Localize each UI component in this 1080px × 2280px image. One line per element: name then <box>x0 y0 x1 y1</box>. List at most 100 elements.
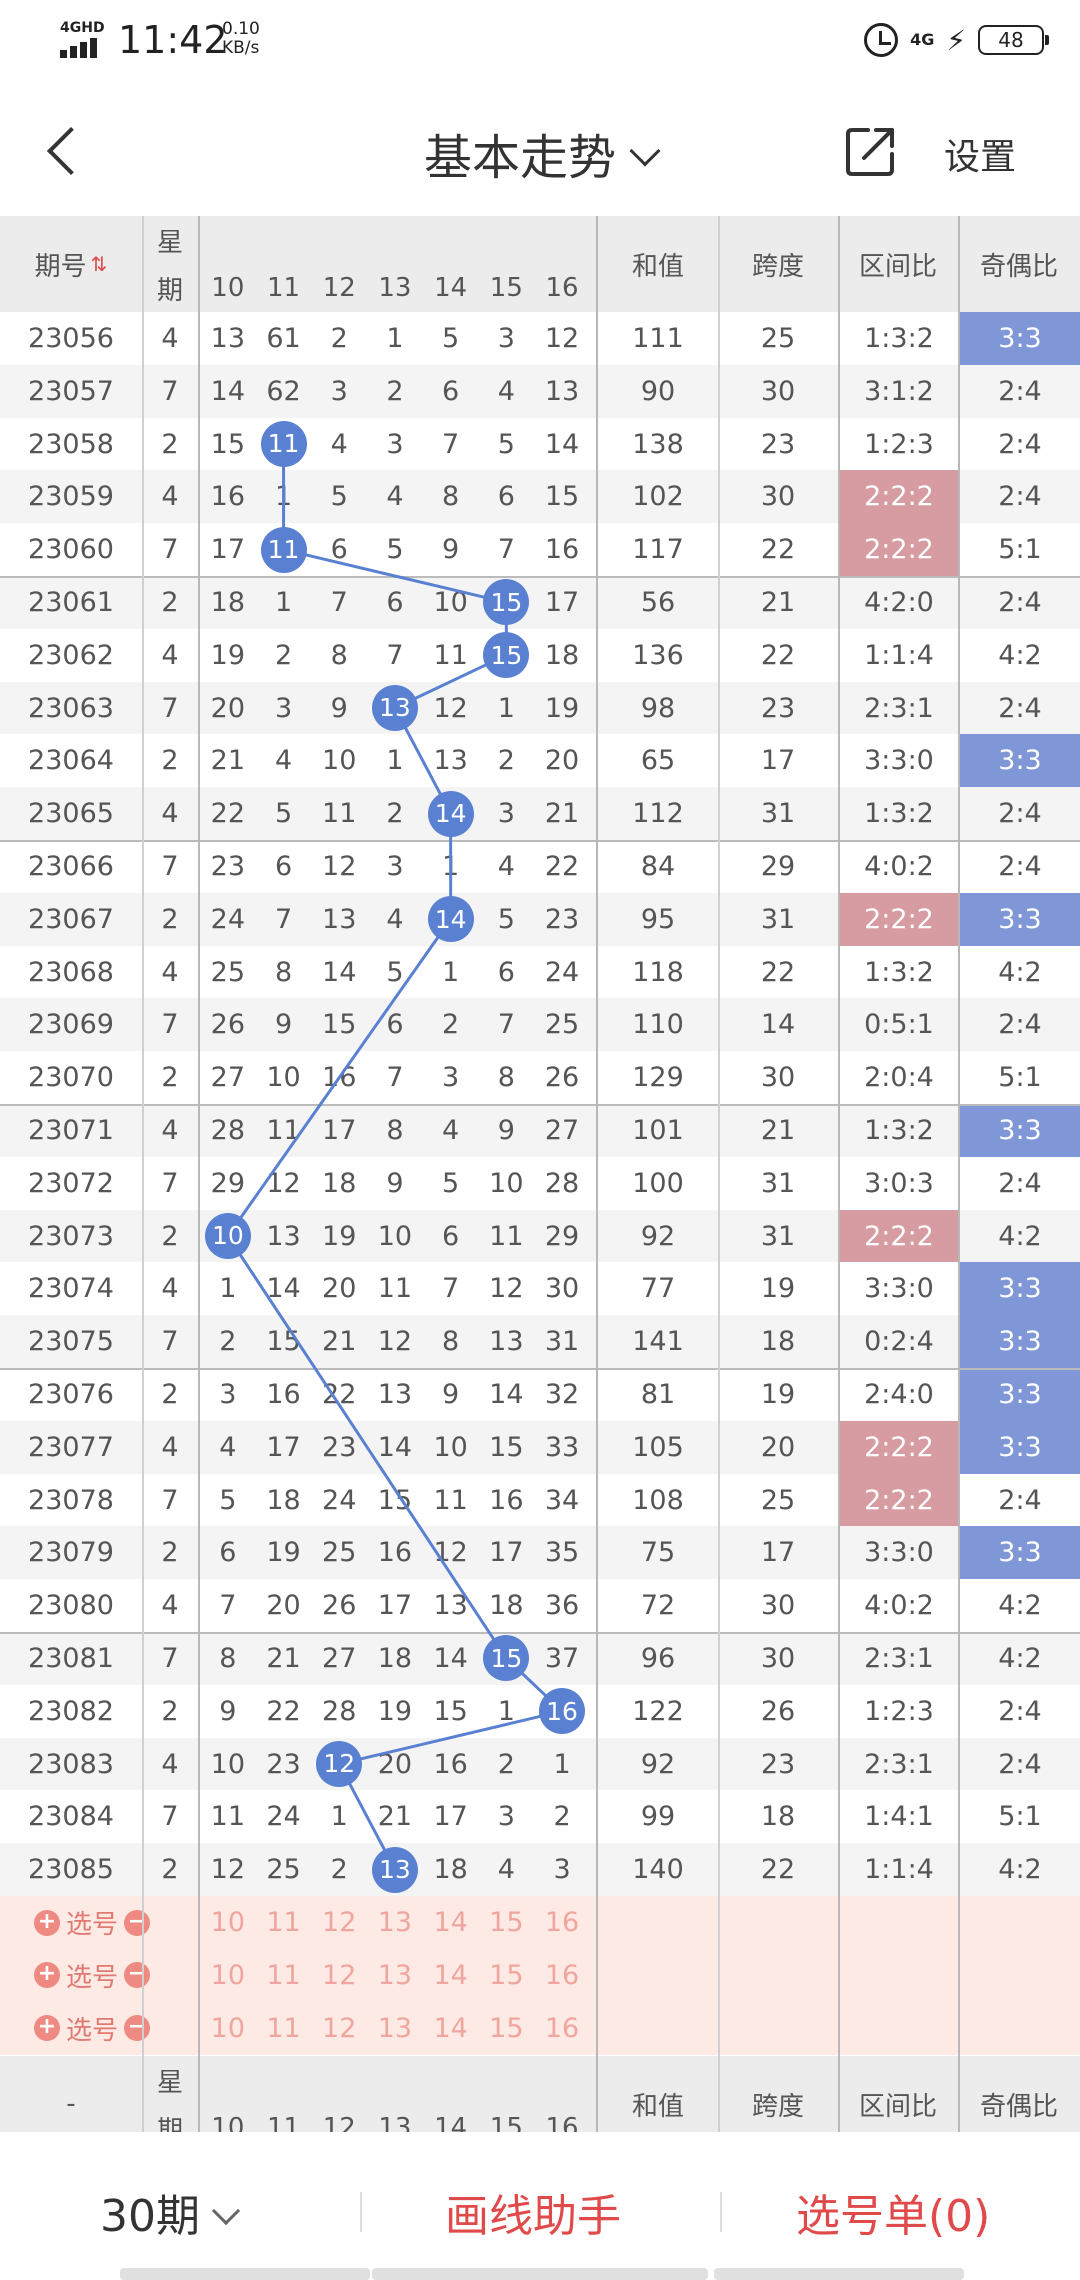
period-selector[interactable]: 30期 <box>100 2180 241 2244</box>
miss-count-cell: 11 <box>322 798 357 830</box>
pick-row[interactable]: + 选号 − 10 11 12 13 14 15 16 <box>0 2001 1080 2055</box>
sum-cell: 105 <box>632 1431 684 1463</box>
pick-row[interactable]: + 选号 − 10 11 12 13 14 15 16 <box>0 1896 1080 1949</box>
table-row: 23079 2 6 19 25 16 12 17 35 75 17 3:3:0 3:3 <box>0 1526 1080 1580</box>
period-cell: 23071 <box>28 1115 114 1146</box>
minus-icon[interactable]: − <box>124 2015 151 2042</box>
pick-label[interactable]: + 选号 − <box>34 1896 151 1949</box>
sum-cell: 129 <box>632 1062 684 1094</box>
miss-count-cell: 30 <box>544 1273 580 1305</box>
parity-ratio-cell: 5:1 <box>998 534 1042 566</box>
miss-count-cell: 9 <box>497 1115 515 1146</box>
pick-number[interactable]: 15 <box>479 2002 535 2055</box>
pick-number[interactable]: 14 <box>423 1949 479 2002</box>
pick-number[interactable]: 15 <box>479 1949 535 2002</box>
group-divider <box>0 840 1080 842</box>
pick-number[interactable]: 15 <box>479 1896 535 1949</box>
pick-list-button[interactable]: 选号单(0) <box>796 2180 990 2244</box>
pick-number[interactable]: 14 <box>423 2002 479 2055</box>
plus-icon[interactable]: + <box>34 2015 60 2042</box>
chevron-down-icon <box>629 135 661 167</box>
miss-count-cell: 12 <box>266 1167 301 1199</box>
sum-cell: 138 <box>632 428 684 460</box>
period-cell: 23077 <box>28 1431 114 1463</box>
miss-count-cell: 14 <box>544 428 580 460</box>
plus-icon[interactable]: + <box>34 1909 60 1936</box>
miss-count-cell: 1 <box>497 1695 515 1727</box>
miss-count-cell: 15 <box>377 1484 413 1516</box>
sum-cell: 141 <box>632 1326 684 1358</box>
week-cell: 7 <box>161 851 179 882</box>
miss-count-cell: 4 <box>497 851 515 882</box>
pick-number[interactable]: 16 <box>534 1949 590 2002</box>
sum-cell: 118 <box>632 956 684 988</box>
miss-count-cell: 17 <box>266 1431 301 1463</box>
miss-count-cell: 18 <box>322 1167 357 1199</box>
span-cell: 18 <box>760 1326 796 1358</box>
period-label: 30期 <box>100 2191 200 2242</box>
miss-count-cell: 19 <box>544 692 580 724</box>
miss-count-cell: 18 <box>433 1854 468 1886</box>
period-cell: 23067 <box>28 903 114 935</box>
range-ratio-cell: 1:3:2 <box>864 1115 934 1146</box>
period-cell: 23079 <box>28 1537 114 1569</box>
table-row: 23071 4 28 11 17 8 4 9 27 101 21 1:3:2 3:3 <box>0 1104 1080 1157</box>
miss-count-cell: 27 <box>544 1115 580 1146</box>
parity-ratio-cell: 2:4 <box>998 692 1042 724</box>
sort-by-period-header[interactable]: 期号 ⇅ <box>0 216 142 312</box>
share-icon[interactable] <box>842 122 900 180</box>
pick-number[interactable]: 13 <box>367 1896 423 1949</box>
table-row: 23058 2 15 11 4 3 7 5 14 138 23 1:2:3 2:4 <box>0 417 1080 471</box>
pick-number[interactable]: 16 <box>534 2002 590 2055</box>
miss-count-cell: 12 <box>210 1854 246 1886</box>
miss-count-cell: 23 <box>322 1431 357 1463</box>
minus-icon[interactable]: − <box>124 1909 151 1936</box>
pick-number[interactable]: 13 <box>367 2002 423 2055</box>
miss-count-cell: 6 <box>386 587 404 618</box>
pick-number[interactable]: 14 <box>423 1896 479 1949</box>
draw-helper-button[interactable]: 画线助手 <box>445 2180 621 2244</box>
pick-number[interactable]: 10 <box>200 1896 256 1949</box>
pick-number[interactable]: 11 <box>256 2002 312 2055</box>
period-cell: 23080 <box>28 1590 114 1622</box>
pick-number[interactable]: 10 <box>200 1949 256 2002</box>
number-column-header: 12 <box>322 273 356 303</box>
miss-count-cell: 11 <box>489 1220 524 1252</box>
miss-count-cell: 18 <box>377 1643 413 1674</box>
miss-count-cell: 15 <box>210 428 246 460</box>
miss-count-cell: 26 <box>322 1590 357 1622</box>
parity-ratio-cell: 5:1 <box>998 1801 1042 1833</box>
pick-number[interactable]: 10 <box>200 2002 256 2055</box>
table-row: 23074 4 1 14 20 11 7 12 30 77 19 3:3:0 3:3 <box>0 1262 1080 1316</box>
group-divider <box>0 1368 1080 1370</box>
miss-count-cell: 23 <box>266 1748 301 1780</box>
pick-row[interactable]: + 选号 − 10 11 12 13 14 15 16 <box>0 1948 1080 2002</box>
week-cell: 2 <box>161 1695 179 1727</box>
pick-number[interactable]: 16 <box>534 1896 590 1949</box>
miss-count-cell: 13 <box>377 1379 413 1410</box>
pick-number[interactable]: 13 <box>367 1949 423 2002</box>
trend-table[interactable]: 期号 ⇅ 星期 10 11 12 13 14 15 16 和值 跨度 区间比 奇偶比 23056 4 13 61 2… <box>0 216 1080 2132</box>
miss-count-cell: 15 <box>433 1695 468 1727</box>
span-cell: 26 <box>760 1695 796 1727</box>
drawn-number-ball: 12 <box>316 1740 363 1787</box>
pick-number[interactable]: 11 <box>256 1949 312 2002</box>
pick-number[interactable]: 12 <box>311 1949 367 2002</box>
pick-number[interactable]: 12 <box>311 1896 367 1949</box>
minus-icon[interactable]: − <box>124 1962 151 1989</box>
range-ratio-cell: 1:1:4 <box>864 1854 934 1886</box>
sum-cell: 112 <box>632 798 684 830</box>
plus-icon[interactable]: + <box>34 1962 60 1989</box>
pick-label[interactable]: + 选号 − <box>34 2002 151 2055</box>
miss-count-cell: 27 <box>210 1062 246 1094</box>
table-header: 期号 ⇅ 星期 10 11 12 13 14 15 16 和值 跨度 区间比 奇偶比 <box>0 216 1080 312</box>
miss-count-cell: 25 <box>266 1854 301 1886</box>
sum-header: 和值 <box>631 2091 684 2122</box>
pick-number[interactable]: 11 <box>256 1896 312 1949</box>
chart-type-selector[interactable]: 基本走势 <box>0 118 1080 188</box>
miss-count-cell: 11 <box>433 1484 468 1516</box>
settings-button[interactable]: 设置 <box>944 128 1016 180</box>
pick-label[interactable]: + 选号 − <box>34 1949 151 2002</box>
pick-number[interactable]: 12 <box>311 2002 367 2055</box>
miss-count-cell: 1 <box>386 745 404 777</box>
